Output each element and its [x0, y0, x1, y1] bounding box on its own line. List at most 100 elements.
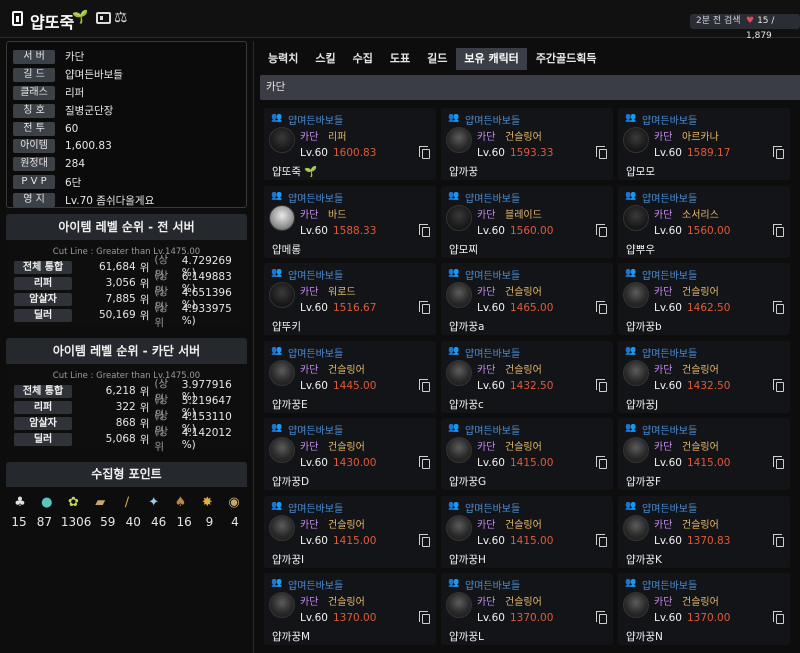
tab-3[interactable]: 수집: [344, 48, 381, 70]
like-badge[interactable]: ♥ 15 / 1,879: [740, 14, 800, 41]
character-card[interactable]: 👥 얍며든바보들 카단 건슬링어 Lv.60 1432.50 얍까꿍c: [441, 340, 613, 413]
guild-members-icon: 👥: [448, 113, 460, 123]
guild-members-icon: 👥: [448, 190, 460, 201]
island-heart-icon[interactable]: ●: [38, 493, 56, 511]
card-guild: 얍며든바보들: [642, 271, 698, 282]
card-guild: 얍며든바보들: [465, 581, 521, 592]
copy-icon[interactable]: [596, 223, 607, 237]
character-card[interactable]: 👥 얍며든바보들 카단 건슬링어 Lv.60 1415.00 얍까꿍F: [618, 418, 790, 490]
orb-icon[interactable]: ◉: [225, 493, 243, 511]
card-server: 카단: [654, 442, 673, 453]
scale-icon[interactable]: ⚖: [114, 8, 127, 26]
character-card[interactable]: 👥 얍며든바보들 카단 건슬링어 Lv.60 1370.83 얍까꿍K: [618, 495, 790, 568]
copy-icon[interactable]: [773, 456, 784, 469]
id-card-icon[interactable]: [96, 12, 111, 24]
rank-number: 7,885: [105, 293, 136, 305]
card-character-name: 얍까꿍D: [272, 474, 309, 489]
character-card[interactable]: 👥 얍며든바보들 카단 바드 Lv.60 1588.33 얍메롱: [264, 185, 436, 258]
character-card[interactable]: 👥 얍며든바보들 카단 건슬링어 Lv.60 1370.00 얍까꿍N: [618, 573, 790, 645]
ignea-token-icon[interactable]: ∕: [118, 493, 136, 511]
character-card[interactable]: 👥 얍며든바보들 카단 건슬링어 Lv.60 1370.00 얍까꿍M: [264, 573, 436, 645]
character-card[interactable]: 👥 얍며든바보들 카단 건슬링어 Lv.60 1593.33 얍까꿍: [441, 108, 613, 180]
copy-icon[interactable]: [419, 611, 430, 624]
rank-label: 딜러: [14, 432, 73, 446]
card-character-name: 얍까꿍c: [449, 397, 484, 412]
character-card[interactable]: 👥 얍며든바보들 카단 건슬링어 Lv.60 1445.00 얍까꿍E: [264, 340, 436, 413]
character-card[interactable]: 👥 얍며든바보들 카단 건슬링어 Lv.60 1465.00 얍까꿍a: [441, 263, 613, 335]
copy-icon[interactable]: [419, 146, 430, 159]
card-level: Lv.60: [300, 379, 328, 392]
card-item-level: 1600.83: [333, 147, 377, 159]
bookmark-icon[interactable]: [12, 11, 23, 26]
copy-icon[interactable]: [596, 611, 607, 624]
card-level: Lv.60: [654, 534, 682, 547]
tab-1[interactable]: 능력치: [260, 48, 307, 70]
card-guild: 얍며든바보들: [288, 503, 344, 515]
card-item-level: 1560.00: [510, 224, 554, 237]
copy-icon[interactable]: [596, 146, 607, 159]
tab-2[interactable]: 스킬: [307, 48, 344, 70]
character-card[interactable]: 👥 얍며든바보들 카단 아르카나 Lv.60 1589.17 얍모모: [618, 108, 790, 180]
card-guild: 얍며든바보들: [288, 581, 344, 592]
card-name-text: 얍메롱: [272, 243, 301, 256]
character-card[interactable]: 👥 얍며든바보들 카단 건슬링어 Lv.60 1415.00 얍까꿍G: [441, 418, 613, 490]
guild-members-icon: 👥: [271, 113, 283, 123]
character-card[interactable]: 👥 얍며든바보들 카단 리퍼 Lv.60 1600.83 얍또죽 🌱: [264, 108, 436, 180]
card-level: Lv.60: [477, 379, 505, 392]
copy-icon[interactable]: [773, 223, 784, 237]
card-guild: 얍며든바보들: [642, 193, 698, 205]
character-card[interactable]: 👥 얍며든바보들 카단 건슬링어 Lv.60 1430.00 얍까꿍D: [264, 418, 436, 490]
tab-4[interactable]: 도표: [381, 48, 419, 70]
info-row: 전 투 60: [13, 120, 240, 138]
info-value: 얍며든바보들: [65, 69, 123, 82]
copy-icon[interactable]: [419, 301, 430, 314]
copy-icon[interactable]: [596, 456, 607, 469]
rank-number: 50,169: [98, 309, 136, 321]
copy-icon[interactable]: [419, 223, 430, 237]
character-avatar: [446, 592, 472, 618]
sea-bounty-icon[interactable]: ♠: [172, 493, 190, 511]
guild-members-icon: 👥: [448, 578, 460, 588]
character-card[interactable]: 👥 얍며든바보들 카단 건슬링어 Lv.60 1415.00 얍까꿍H: [441, 495, 613, 568]
character-card[interactable]: 👥 얍며든바보들 카단 워로드 Lv.60 1516.67 얍뚜키: [264, 263, 436, 335]
card-server: 카단: [654, 519, 673, 531]
character-card[interactable]: 👥 얍며든바보들 카단 건슬링어 Lv.60 1432.50 얍까꿍J: [618, 340, 790, 413]
character-card[interactable]: 👥 얍며든바보들 카단 건슬링어 Lv.60 1370.00 얍까꿍L: [441, 573, 613, 645]
copy-icon[interactable]: [773, 611, 784, 624]
copy-icon[interactable]: [596, 378, 607, 392]
giant-heart-icon[interactable]: ✦: [145, 493, 163, 511]
mokoko-seed-icon[interactable]: ♣: [11, 493, 29, 511]
guild-members-icon: 👥: [271, 423, 283, 433]
sprout-icon[interactable]: ✿: [65, 493, 83, 511]
art-icon[interactable]: ▰: [91, 493, 109, 511]
guild-members-icon: 👥: [625, 345, 637, 356]
tab-5[interactable]: 길드: [419, 48, 456, 70]
tab-7[interactable]: 주간골드획득: [527, 48, 605, 70]
copy-icon[interactable]: [773, 301, 784, 314]
copy-icon[interactable]: [773, 146, 784, 159]
copy-icon[interactable]: [419, 533, 430, 547]
tab-6[interactable]: 보유 캐릭터: [456, 48, 527, 70]
character-avatar: [269, 592, 295, 618]
character-card[interactable]: 👥 얍며든바보들 카단 건슬링어 Lv.60 1462.50 얍까꿍b: [618, 263, 790, 335]
character-card[interactable]: 👥 얍며든바보들 카단 블레이드 Lv.60 1560.00 얍모찌: [441, 185, 613, 258]
rank-unit: 위: [139, 293, 150, 306]
copy-icon[interactable]: [773, 533, 784, 547]
copy-icon[interactable]: [419, 378, 430, 392]
card-class: 건슬링어: [682, 519, 719, 531]
copy-icon[interactable]: [773, 378, 784, 392]
copy-icon[interactable]: [596, 301, 607, 314]
character-name: 얍또죽: [30, 13, 75, 32]
info-row: 원정대 284: [13, 155, 240, 173]
rank-number: 322: [115, 401, 136, 413]
character-card[interactable]: 👥 얍며든바보들 카단 건슬링어 Lv.60 1415.00 얍까꿍I: [264, 495, 436, 568]
rank-all-servers: 아이템 레벨 순위 - 전 서버 Cut Line : Greater than…: [6, 214, 247, 329]
card-server: 카단: [477, 519, 496, 531]
card-class: 소서리스: [682, 209, 719, 221]
copy-icon[interactable]: [596, 533, 607, 547]
copy-icon[interactable]: [419, 456, 430, 469]
star-icon[interactable]: ✸: [198, 493, 216, 511]
server-group-bar: 카단: [260, 75, 800, 100]
character-card[interactable]: 👥 얍며든바보들 카단 소서리스 Lv.60 1560.00 얍뿌우: [618, 185, 790, 258]
card-character-name: 얍까꿍E: [272, 397, 308, 412]
